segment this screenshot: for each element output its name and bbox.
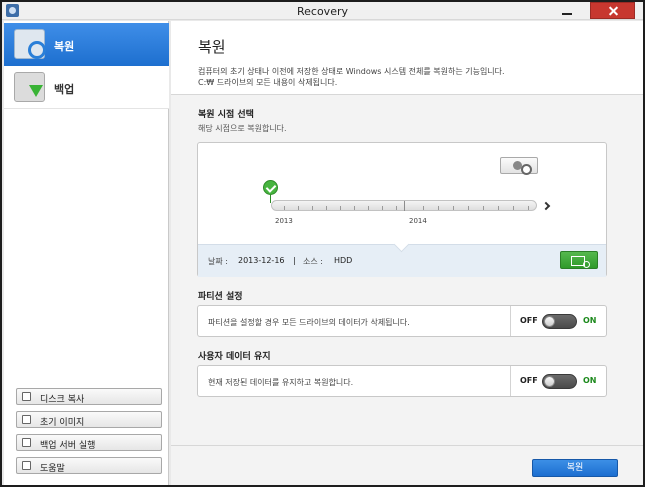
date-label: 날짜 : [208, 257, 228, 266]
option-divider [510, 306, 511, 336]
source-value: HDD [334, 256, 353, 265]
restore-point-subtitle: 해당 시점으로 복원합니다. [198, 124, 287, 133]
timeline-tick [498, 206, 499, 210]
timeline-tick [483, 206, 484, 210]
title-bar[interactable]: Recovery [2, 2, 643, 20]
main-panel: 복원 컴퓨터의 초기 상태나 이전에 저장한 상태로 Windows 시스템 전… [171, 21, 643, 485]
close-button[interactable] [590, 2, 635, 19]
partition-option: 파티션을 설정할 경우 모든 드라이브의 데이터가 삭제됩니다. OFF ON [197, 305, 607, 337]
timeline-tick [312, 206, 313, 210]
restore-button[interactable]: 복원 [532, 459, 618, 477]
disk-copy-icon [22, 392, 31, 401]
initial-image-icon [22, 415, 31, 424]
timeline-tick [298, 206, 299, 210]
initial-image-label: 초기 이미지 [40, 418, 85, 428]
timeline-year-tick [404, 201, 405, 211]
action-footer: 복원 [171, 445, 643, 485]
restore-point-marker-stem [270, 195, 271, 203]
timeline-tick [340, 206, 341, 210]
partition-toggle[interactable] [542, 314, 577, 329]
backup-download-icon [14, 72, 45, 102]
page-description: 컴퓨터의 초기 상태나 이전에 저장한 상태로 Windows 시스템 전체를 … [198, 67, 505, 76]
user-data-description: 현재 저장된 데이터를 유지하고 복원합니다. [208, 378, 354, 387]
toggle-knob [544, 376, 555, 387]
timeline-year-2014: 2014 [409, 217, 427, 225]
info-separator: | [293, 256, 296, 265]
timeline-tick [513, 206, 514, 210]
user-data-on-label: ON [583, 376, 597, 385]
partition-off-label: OFF [520, 316, 538, 325]
minimize-button[interactable] [554, 3, 580, 18]
help-icon [22, 461, 31, 470]
recovery-window: Recovery 복원 백업 디스크 복사 초기 이미지 백업 서버 실행 도움… [0, 0, 645, 487]
timeline-tick [453, 206, 454, 210]
restore-point-info: 날짜 : 2013-12-16 | 소스 : HDD [198, 244, 606, 277]
restore-drive-icon [14, 29, 46, 59]
initial-image-button[interactable]: 초기 이미지 [16, 411, 162, 428]
toggle-knob [544, 316, 555, 327]
restore-point-marker[interactable] [263, 180, 278, 195]
timeline-tick [354, 206, 355, 210]
sidebar-item-backup[interactable]: 백업 [4, 66, 169, 109]
sidebar-item-label: 백업 [54, 83, 75, 96]
sidebar-item-restore[interactable]: 복원 [4, 23, 169, 66]
backup-server-icon [22, 438, 31, 447]
timeline-tick [423, 206, 424, 210]
user-data-toggle[interactable] [542, 374, 577, 389]
help-label: 도움말 [40, 464, 65, 474]
user-data-off-label: OFF [520, 376, 538, 385]
backup-server-label: 백업 서버 실행 [40, 441, 96, 451]
option-divider [510, 366, 511, 396]
timeline-tick [326, 206, 327, 210]
chevron-right-icon[interactable] [541, 201, 551, 211]
timeline-tick [468, 206, 469, 210]
timeline-tick [438, 206, 439, 210]
timeline-tick [528, 206, 529, 210]
partition-description: 파티션을 설정할 경우 모든 드라이브의 데이터가 삭제됩니다. [208, 318, 410, 327]
partition-on-label: ON [583, 316, 597, 325]
date-value: 2013-12-16 [238, 256, 285, 265]
sidebar-item-label: 복원 [54, 40, 75, 53]
page-title: 복원 [198, 38, 226, 56]
disk-copy-button[interactable]: 디스크 복사 [16, 388, 162, 405]
source-label: 소스 : [303, 257, 323, 266]
user-data-option: 현재 저장된 데이터를 유지하고 복원합니다. OFF ON [197, 365, 607, 397]
sidebar: 복원 백업 디스크 복사 초기 이미지 백업 서버 실행 도움말 [4, 21, 169, 485]
page-warning: C:₩ 드라이브의 모든 내용이 삭제됩니다. [198, 78, 338, 87]
disk-copy-label: 디스크 복사 [40, 395, 85, 405]
backup-server-button[interactable]: 백업 서버 실행 [16, 434, 162, 451]
help-button[interactable]: 도움말 [16, 457, 162, 474]
timeline-tick [396, 206, 397, 210]
view-details-button[interactable] [560, 251, 598, 269]
user-data-title: 사용자 데이터 유지 [198, 352, 271, 362]
timeline-tick [284, 206, 285, 210]
window-title: Recovery [296, 5, 348, 18]
partition-title: 파티션 설정 [198, 292, 243, 302]
timeline-tick [368, 206, 369, 210]
timeline-tool-button[interactable] [500, 157, 538, 175]
restore-point-title: 복원 시점 선택 [198, 110, 254, 120]
restore-timeline: 2013 2014 날짜 : 2013-12-16 | 소스 : HDD [197, 142, 607, 277]
timeline-year-2013: 2013 [275, 217, 293, 225]
timeline-tick [382, 206, 383, 210]
